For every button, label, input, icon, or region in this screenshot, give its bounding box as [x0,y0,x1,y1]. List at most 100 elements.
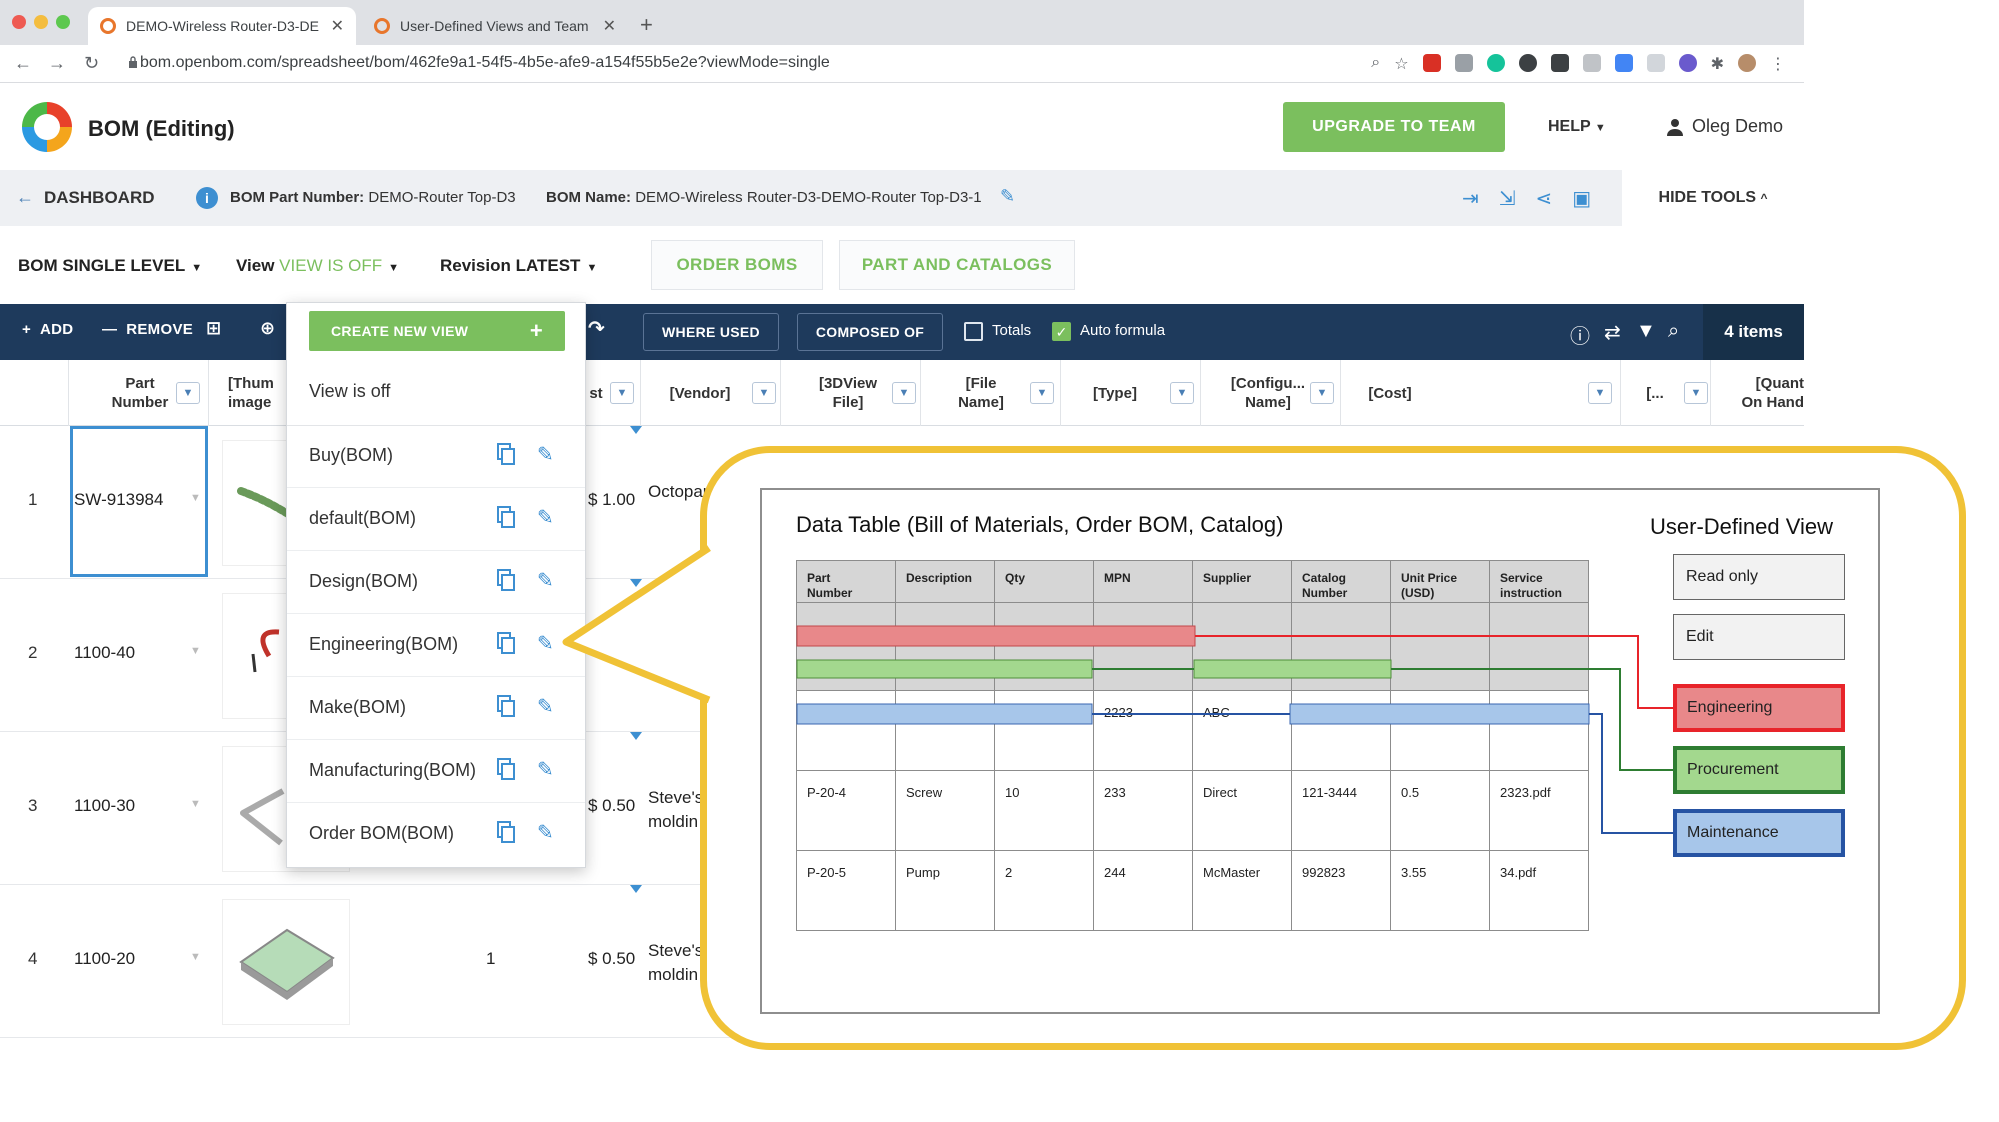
grammarly-extension-icon[interactable] [1486,54,1505,72]
cost-cell[interactable]: $ 0.50 [588,949,635,969]
order-boms-button[interactable]: ORDER BOMS [651,240,823,290]
filter-type-icon[interactable]: ▼ [1170,382,1194,404]
forward-arrow-icon[interactable]: → [48,53,66,74]
view-selector[interactable]: View VIEW IS OFF ▼ [236,256,399,276]
extension-icon[interactable] [1678,54,1697,72]
browser-tab-bom[interactable]: DEMO-Wireless Router-D3-DE ✕ [88,7,356,45]
create-new-view-button[interactable]: CREATE NEW VIEW + [309,311,565,351]
column-quantity-on-hand[interactable]: [Quant On Hand [1728,374,1805,412]
back-arrow-icon[interactable]: ← [14,53,32,74]
copy-icon[interactable] [497,632,515,654]
view-item-default[interactable]: default(BOM) ✎ [287,488,585,551]
caret-down-icon[interactable]: ▼ [190,951,201,963]
view-item-make[interactable]: Make(BOM) ✎ [287,677,585,740]
vendor-cell[interactable]: Steve's moldin [648,939,703,987]
export-icon[interactable]: ⇲ [1499,186,1516,211]
info-icon[interactable]: i [196,187,218,209]
totals-checkbox[interactable] [964,322,983,341]
save-icon[interactable]: ▣ [1572,186,1591,211]
add-button[interactable]: + ADD [22,321,73,338]
view-item-buy[interactable]: Buy(BOM) ✎ [287,425,585,488]
view-item-manufacturing[interactable]: Manufacturing(BOM) ✎ [287,740,585,803]
close-window-icon[interactable] [12,15,26,29]
copy-icon[interactable] [497,443,515,465]
filter-config-icon[interactable]: ▼ [1310,382,1334,404]
bookmark-star-icon[interactable]: ☆ [1394,54,1408,74]
copy-icon[interactable] [497,506,515,528]
search-icon[interactable]: ⌕ [1668,320,1679,343]
part-and-catalogs-button[interactable]: PART AND CATALOGS [839,240,1075,290]
column-config-name[interactable]: [Configu... Name] [1220,374,1316,412]
insert-column-icon[interactable]: ⊞ [206,318,221,339]
column-file-name[interactable]: [File Name] [946,374,1016,412]
cost-cell[interactable]: $ 1.00 [588,490,635,510]
user-menu[interactable]: Oleg Demo [1666,116,1783,137]
info-circle-icon[interactable]: ⓘ [1570,320,1590,349]
bom-level-selector[interactable]: BOM SINGLE LEVEL ▼ [18,256,202,276]
filter-3dview-icon[interactable]: ▼ [892,382,916,404]
back-arrow-icon[interactable]: ← [16,187,34,208]
puzzle-extensions-icon[interactable]: ✱ [1711,54,1724,74]
extension-icon[interactable] [1582,54,1601,72]
part-number-cell[interactable]: 1100-40 [74,643,135,663]
composed-of-button[interactable]: COMPOSED OF [797,313,943,351]
redo-icon[interactable]: ↷ [588,316,605,341]
import-icon[interactable]: ⇥ [1462,186,1479,211]
column-3dview-file[interactable]: [3DView File] [808,374,888,412]
profile-avatar-icon[interactable] [1738,54,1756,72]
help-menu[interactable]: HELP ▼ [1548,118,1606,136]
view-item-engineering[interactable]: Engineering(BOM) ✎ [287,614,585,677]
edit-pencil-icon[interactable]: ✎ [537,694,554,719]
part-number-cell[interactable]: 1100-20 [74,949,135,969]
quantity-cell[interactable]: 1 [486,949,495,969]
view-is-off-option[interactable]: View is off [309,381,390,402]
close-tab-icon[interactable]: ✕ [331,16,344,36]
column-thumbnail[interactable]: [Thum image [228,374,288,412]
where-used-button[interactable]: WHERE USED [643,313,779,351]
filter-ellipsis-icon[interactable]: ▼ [1684,382,1708,404]
filter-icon[interactable]: ▼ [1636,320,1656,343]
filter-cost-icon[interactable]: ▼ [610,382,634,404]
remove-button[interactable]: — REMOVE [102,321,193,338]
column-ellipsis[interactable]: [... [1640,384,1670,403]
cost-cell[interactable]: $ 0.50 [588,796,635,816]
copy-icon[interactable] [497,695,515,717]
copy-icon[interactable] [497,821,515,843]
caret-down-icon[interactable]: ▼ [190,798,201,810]
view-item-order-bom[interactable]: Order BOM(BOM) ✎ [287,803,585,866]
part-number-cell[interactable]: 1100-30 [74,796,135,816]
gmail-extension-icon[interactable] [1422,54,1441,72]
copy-icon[interactable] [497,758,515,780]
reload-icon[interactable]: ↻ [84,53,99,74]
edit-pencil-icon[interactable]: ✎ [537,505,554,530]
caret-down-icon[interactable]: ▼ [190,645,201,657]
filter-cost-full-icon[interactable]: ▼ [1588,382,1612,404]
extension-icon[interactable] [1550,54,1569,72]
auto-formula-checkbox[interactable]: ✓ [1052,322,1071,341]
new-tab-icon[interactable]: + [640,12,653,38]
copy-icon[interactable] [497,569,515,591]
vendor-cell[interactable]: Steve's moldin [648,786,703,834]
column-type[interactable]: [Type] [1080,384,1150,403]
edit-pencil-icon[interactable]: ✎ [537,820,554,845]
revision-selector[interactable]: Revision LATEST ▼ [440,256,597,276]
view-item-design[interactable]: Design(BOM) ✎ [287,551,585,614]
edit-pencil-icon[interactable]: ✎ [537,631,554,656]
edit-pencil-icon[interactable]: ✎ [537,568,554,593]
dashboard-link[interactable]: DASHBOARD [44,188,155,208]
extension-icon[interactable] [1518,54,1537,72]
browser-tab-views[interactable]: User-Defined Views and Team ✕ [362,7,628,45]
column-cost-short[interactable]: st [586,384,606,403]
zoom-extension-icon[interactable] [1614,54,1633,72]
url-field[interactable]: bom.openbom.com/spreadsheet/bom/462fe9a1… [140,54,830,72]
column-part-number[interactable]: Part Number [100,374,180,412]
hide-tools-button[interactable]: HIDE TOOLS ^ [1622,170,1804,226]
filter-part-number-icon[interactable]: ▼ [176,382,200,404]
close-tab-icon[interactable]: ✕ [603,16,616,36]
edit-pencil-icon[interactable]: ✎ [537,757,554,782]
zoom-icon[interactable]: ⌕ [1371,54,1380,74]
column-cost[interactable]: [Cost] [1360,384,1420,403]
swap-icon[interactable]: ⇄ [1604,320,1621,345]
minimize-window-icon[interactable] [34,15,48,29]
edit-bom-name-icon[interactable]: ✎ [1000,186,1015,207]
